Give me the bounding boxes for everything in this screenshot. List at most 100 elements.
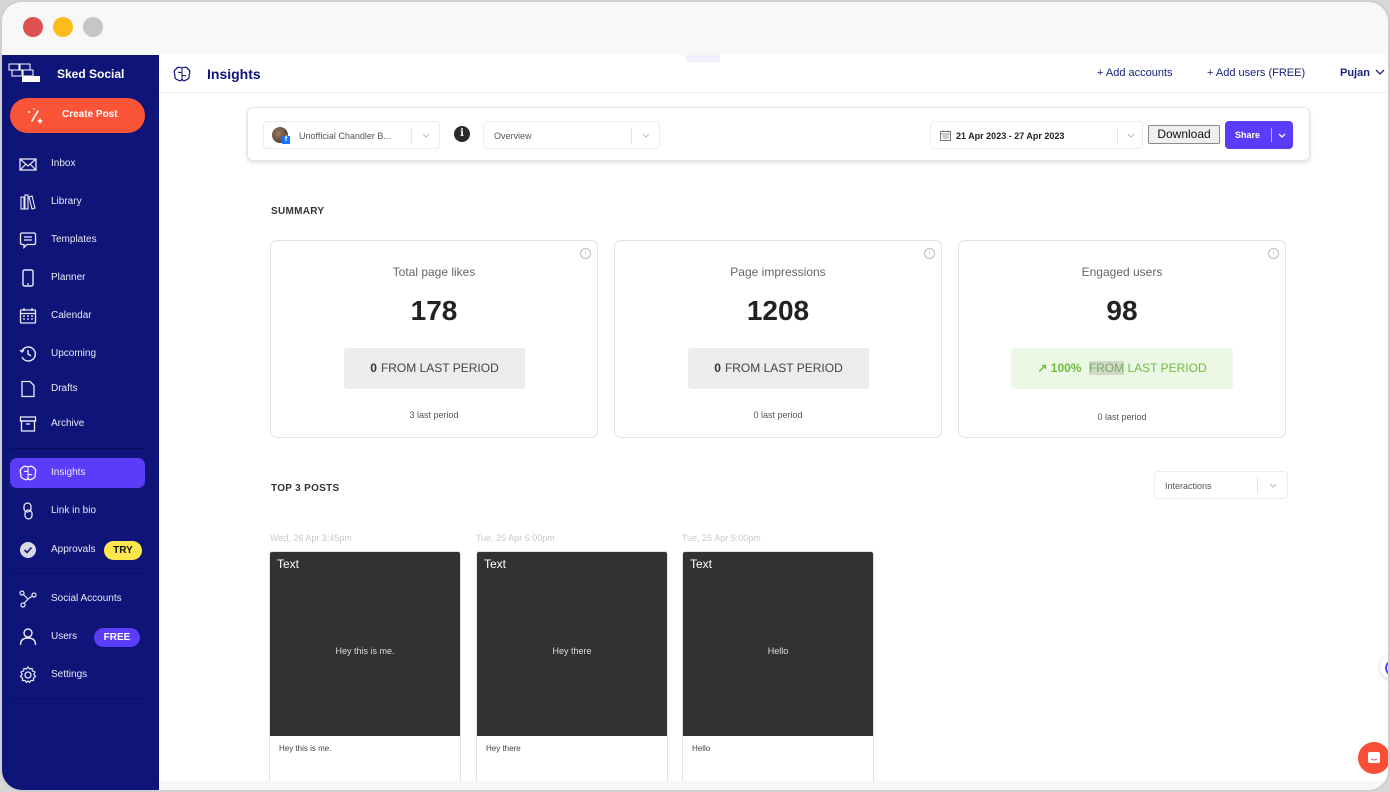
sidebar-item-link-in-bio[interactable]: Link in bio <box>10 496 145 526</box>
add-accounts-link[interactable]: + Add accounts <box>1097 67 1173 79</box>
chevron-down-icon <box>642 133 650 138</box>
sidebar-item-library[interactable]: Library <box>10 187 145 217</box>
report-select[interactable]: Overview <box>483 121 660 149</box>
share-separator <box>1271 128 1272 142</box>
post-image: Text Hey this is me. <box>270 552 460 736</box>
sidebar-item-calendar[interactable]: Calendar <box>10 301 145 331</box>
sidebar-item-planner[interactable]: Planner <box>10 263 145 293</box>
post-date: Tue, 25 Apr 5:00pm <box>682 533 761 543</box>
free-badge[interactable]: FREE <box>94 628 140 647</box>
sidebar-item-approvals[interactable]: Approvals TRY <box>10 535 145 565</box>
post-card[interactable]: Text Hey this is me. Hey this is me. <box>269 551 461 790</box>
post-card[interactable]: Text Hello Hello <box>682 551 874 790</box>
change-label-highlight: FROM <box>1088 361 1125 375</box>
change-label: FROM LAST PERIOD <box>380 361 499 375</box>
sidebar-item-label: Library <box>51 196 82 207</box>
post-image: Text Hey there <box>477 552 667 736</box>
info-icon[interactable]: i <box>580 248 591 259</box>
last-period: 3 last period <box>409 410 459 420</box>
summary-card-page-impressions: i Page impressions 1208 0 FROM LAST PERIO… <box>614 240 942 438</box>
account-select[interactable]: f Unofficial Chandler B... <box>263 121 440 149</box>
post-date: Wed, 26 Apr 3:45pm <box>270 533 352 543</box>
link-icon <box>23 502 33 520</box>
sidebar-item-users[interactable]: Users FREE <box>10 622 145 652</box>
change-value: 0 <box>370 361 377 375</box>
create-post-label: Create Post <box>62 109 118 120</box>
calendar-icon <box>19 308 37 324</box>
close-window-button[interactable] <box>23 17 43 37</box>
post-type: Text <box>690 557 713 571</box>
select-separator <box>631 128 632 144</box>
brand[interactable]: Sked Social <box>2 55 159 93</box>
post-card[interactable]: Text Hey there Hey there <box>476 551 668 790</box>
chevron-down-icon[interactable] <box>1277 130 1287 140</box>
bottom-strip <box>159 781 1388 790</box>
sidebar-item-label: Calendar <box>51 310 92 321</box>
chat-button[interactable] <box>1358 742 1388 774</box>
sidebar-item-inbox[interactable]: Inbox <box>10 149 145 179</box>
magic-pencil-icon <box>28 108 43 124</box>
info-icon[interactable]: i <box>454 126 470 142</box>
info-icon[interactable]: i <box>1268 248 1279 259</box>
summary-title: SUMMARY <box>271 206 325 217</box>
filter-bar: f Unofficial Chandler B... i Overview 21… <box>247 107 1310 161</box>
sidebar-item-label: Planner <box>51 272 86 283</box>
post-image: Text Hello <box>683 552 873 736</box>
phone-icon <box>22 269 34 287</box>
select-separator <box>1117 128 1118 144</box>
title-bar <box>2 2 1388 55</box>
sort-select[interactable]: Interactions <box>1154 471 1288 499</box>
brand-name: Sked Social <box>57 67 125 81</box>
sidebar-item-upcoming[interactable]: Upcoming <box>10 339 145 369</box>
top-notch <box>686 55 720 62</box>
select-separator <box>411 128 412 144</box>
create-post-button[interactable]: Create Post <box>10 98 145 133</box>
info-icon[interactable]: i <box>924 248 935 259</box>
sidebar-item-label: Upcoming <box>51 348 97 359</box>
change-label: LAST PERIOD <box>1127 361 1207 375</box>
sidebar-item-label: Templates <box>51 234 97 245</box>
maximize-window-button[interactable] <box>83 17 103 37</box>
sidebar-item-label: Link in bio <box>51 505 97 516</box>
card-title: Engaged users <box>1081 265 1163 279</box>
sidebar-item-drafts[interactable]: Drafts <box>10 374 145 404</box>
sidebar-item-label: Users <box>51 631 78 642</box>
sidebar-item-templates[interactable]: Templates <box>10 225 145 255</box>
card-value: 98 <box>1106 295 1138 326</box>
top-posts-title: TOP 3 POSTS <box>271 483 340 494</box>
post-caption: Hello <box>692 744 711 753</box>
archive-box-icon <box>19 416 37 432</box>
minimize-window-button[interactable] <box>53 17 73 37</box>
sidebar-item-insights[interactable]: Insights <box>10 458 145 488</box>
app-window: Sked Social Create Post Inbox Library Te… <box>0 0 1390 792</box>
change-label: FROM LAST PERIOD <box>724 361 843 375</box>
change-badge: 0 FROM LAST PERIOD <box>344 348 525 389</box>
facebook-icon: f <box>282 136 290 144</box>
user-name: Pujan <box>1340 67 1370 79</box>
try-badge[interactable]: TRY <box>104 541 142 560</box>
card-value: 178 <box>410 295 458 326</box>
add-users-link[interactable]: + Add users (FREE) <box>1207 67 1305 79</box>
date-range-select[interactable]: 21 Apr 2023 - 27 Apr 2023 <box>930 121 1143 149</box>
chat-icon <box>1368 752 1380 763</box>
sidebar-item-social-accounts[interactable]: Social Accounts <box>10 584 145 614</box>
books-icon <box>20 194 36 210</box>
select-separator <box>1257 478 1258 494</box>
change-badge: ↗ 100% FROM LAST PERIOD <box>1011 348 1233 389</box>
chat-template-icon <box>19 232 37 249</box>
account-select-value: Unofficial Chandler B... <box>299 131 391 141</box>
download-button[interactable]: Download <box>1148 125 1220 144</box>
date-range-value: 21 Apr 2023 - 27 Apr 2023 <box>956 131 1065 141</box>
card-title: Page impressions <box>730 265 826 279</box>
share-button[interactable]: Share <box>1225 121 1293 149</box>
envelope-icon <box>19 158 37 171</box>
user-icon <box>19 628 37 646</box>
sidebar-item-label: Inbox <box>51 158 76 169</box>
report-select-value: Overview <box>494 131 532 141</box>
last-period: 0 last period <box>753 410 803 420</box>
sidebar-item-settings[interactable]: Settings <box>10 660 145 690</box>
chevron-down-icon <box>1375 69 1385 75</box>
sidebar-item-archive[interactable]: Archive <box>10 409 145 439</box>
summary-card-engaged-users: i Engaged users 98 ↗ 100% FROM LAST PERI… <box>958 240 1286 438</box>
user-menu[interactable]: Pujan <box>1340 67 1385 79</box>
